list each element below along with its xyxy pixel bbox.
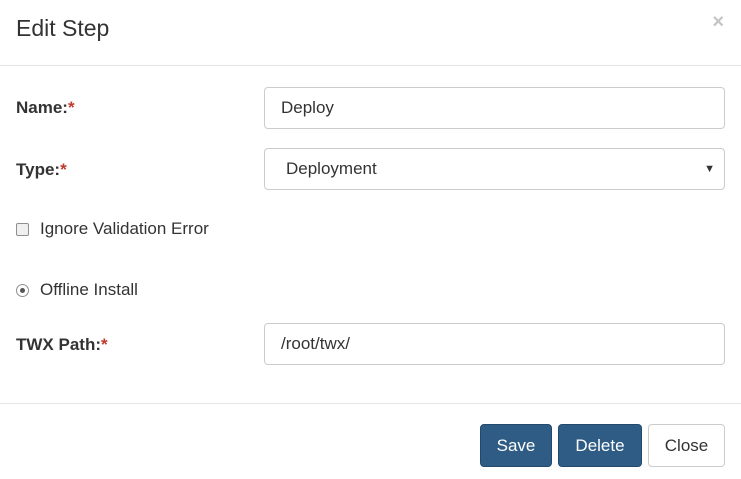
- ignore-validation-row[interactable]: Ignore Validation Error: [16, 219, 209, 239]
- offline-install-row[interactable]: Offline Install: [16, 280, 138, 300]
- twx-path-input[interactable]: /root/twx/: [264, 323, 725, 365]
- required-mark: *: [101, 335, 108, 354]
- offline-install-radio[interactable]: [16, 283, 29, 297]
- close-button[interactable]: Close: [648, 424, 725, 467]
- dialog-header: Edit Step ×: [0, 0, 741, 66]
- dialog-title: Edit Step: [16, 15, 110, 41]
- ignore-validation-checkbox[interactable]: [16, 222, 29, 236]
- delete-button[interactable]: Delete: [558, 424, 642, 467]
- required-mark: *: [60, 160, 67, 179]
- twx-path-label: TWX Path:*: [16, 335, 108, 354]
- twx-path-row: TWX Path:* /root/twx/: [0, 323, 741, 365]
- ignore-validation-label: Ignore Validation Error: [40, 219, 209, 238]
- name-label: Name:*: [16, 98, 75, 117]
- name-input[interactable]: Deploy: [264, 87, 725, 129]
- dialog-footer: Save Delete Close: [0, 403, 741, 479]
- name-row: Name:* Deploy: [0, 87, 741, 129]
- save-button[interactable]: Save: [480, 424, 552, 467]
- type-row: Type:* Deployment ▼: [0, 148, 741, 190]
- type-select-value: Deployment: [286, 159, 377, 178]
- required-mark: *: [67, 98, 75, 117]
- type-label: Type:*: [16, 160, 67, 179]
- edit-step-dialog: Edit Step × Name:* Deploy Type:* Deploym…: [0, 0, 741, 479]
- type-select[interactable]: Deployment ▼: [264, 148, 725, 190]
- radio-selected-dot: [20, 287, 25, 293]
- close-icon[interactable]: ×: [712, 10, 724, 34]
- caret-down-icon: ▼: [704, 163, 715, 175]
- offline-install-label: Offline Install: [40, 280, 138, 299]
